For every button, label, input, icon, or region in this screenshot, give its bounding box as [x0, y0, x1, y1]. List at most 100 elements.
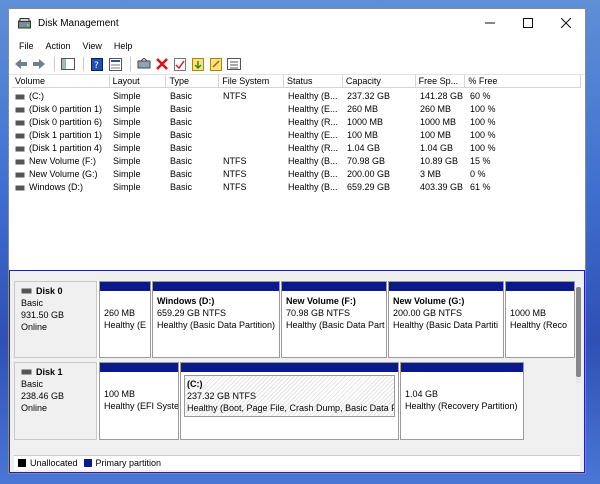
check-icon[interactable]	[172, 56, 188, 72]
disk-type: Basic	[21, 298, 44, 308]
file-system-cell: NTFS	[223, 182, 247, 192]
type-cell: Basic	[170, 156, 193, 166]
partition-status: Healthy (E	[104, 320, 147, 330]
file-system-cell	[220, 116, 285, 129]
column-header-free-space[interactable]: Free Sp...	[415, 75, 466, 88]
column-header-volume[interactable]: Volume	[12, 75, 110, 88]
volume-name: (Disk 0 partition 6)	[29, 117, 103, 127]
import-icon[interactable]	[190, 56, 206, 72]
table-row[interactable]: (C:) Simple Basic NTFS Healthy (B... 237…	[12, 90, 527, 103]
partition-new-volume-g[interactable]: New Volume (G:) 200.00 GB NTFS Healthy (…	[388, 281, 504, 358]
partition-name: (C:)	[187, 379, 203, 389]
file-system-cell	[220, 103, 285, 116]
partition-windows-d[interactable]: Windows (D:) 659.29 GB NTFS Healthy (Bas…	[152, 281, 280, 358]
menu-action[interactable]: Action	[40, 41, 77, 51]
type-cell: Basic	[170, 104, 193, 114]
partition-name: Windows (D:)	[157, 296, 215, 306]
partition-c-selected[interactable]: (C:) 237.32 GB NTFS Healthy (Boot, Page …	[180, 362, 399, 440]
disk-0-label[interactable]: Disk 0 Basic 931.50 GB Online	[14, 281, 97, 358]
title-bar[interactable]: Disk Management	[9, 9, 585, 37]
menu-help[interactable]: Help	[108, 41, 139, 51]
drive-icon	[15, 120, 25, 125]
status-cell: Healthy (B...	[288, 182, 338, 192]
table-row[interactable]: (Disk 0 partition 1) Simple Basic Health…	[12, 103, 527, 116]
type-cell: Basic	[170, 182, 193, 192]
table-row[interactable]: Windows (D:) Simple Basic NTFS Healthy (…	[12, 181, 527, 194]
status-cell: Healthy (R...	[288, 143, 339, 153]
toolbar: ?	[9, 54, 585, 75]
partition-status: Healthy (EFI Syste	[104, 401, 178, 411]
table-row[interactable]: (Disk 0 partition 6) Simple Basic Health…	[12, 116, 527, 129]
free-space-cell: 403.39 GB	[420, 182, 464, 192]
disk-size: 238.46 GB	[21, 391, 65, 401]
type-cell: Basic	[170, 143, 193, 153]
percent-free-cell: 100 %	[470, 104, 496, 114]
scrollbar-thumb[interactable]	[576, 287, 581, 377]
menu-bar: File Action View Help	[9, 37, 585, 54]
properties-icon[interactable]	[107, 56, 123, 72]
column-header-type[interactable]: Type	[166, 75, 220, 88]
console-tree-icon[interactable]	[60, 56, 76, 72]
menu-view[interactable]: View	[77, 41, 108, 51]
connect-icon[interactable]	[136, 56, 152, 72]
drive-icon	[15, 159, 25, 164]
help-icon[interactable]: ?	[89, 56, 105, 72]
column-header-status[interactable]: Status	[284, 75, 343, 88]
menu-file[interactable]: File	[13, 41, 40, 51]
disk-1-label[interactable]: Disk 1 Basic 238.46 GB Online	[14, 362, 97, 440]
list-icon[interactable]	[226, 56, 242, 72]
column-header-file-system[interactable]: File System	[219, 75, 285, 88]
partition-status: Healthy (Boot, Page File, Crash Dump, Ba…	[187, 403, 395, 413]
vertical-scrollbar[interactable]	[576, 287, 581, 383]
layout-cell: Simple	[113, 169, 141, 179]
partition-status: Healthy (Reco	[510, 320, 568, 330]
type-cell: Basic	[170, 117, 193, 127]
column-header-percent-free[interactable]: % Free	[465, 75, 581, 88]
capacity-cell: 260 MB	[347, 104, 379, 114]
status-cell: Healthy (R...	[288, 117, 339, 127]
legend-swatch-unallocated	[18, 459, 26, 467]
layout-cell: Simple	[113, 182, 141, 192]
minimize-button[interactable]	[471, 9, 509, 37]
column-header-layout[interactable]: Layout	[109, 75, 167, 88]
delete-icon[interactable]	[154, 56, 170, 72]
status-cell: Healthy (E...	[288, 130, 338, 140]
type-cell: Basic	[170, 169, 193, 179]
capacity-cell: 1000 MB	[347, 117, 384, 127]
disk-name: Disk 1	[36, 367, 63, 377]
disk-management-app-icon	[17, 17, 31, 29]
maximize-button[interactable]	[509, 9, 547, 37]
status-cell: Healthy (B...	[288, 169, 338, 179]
partition-disk1-efi[interactable]: 100 MB Healthy (EFI Syste	[99, 362, 179, 440]
partition-disk1-recovery[interactable]: 1.04 GB Healthy (Recovery Partition)	[400, 362, 524, 440]
legend-swatch-primary	[83, 459, 92, 467]
file-system-cell: NTFS	[223, 156, 247, 166]
forward-arrow-icon[interactable]	[31, 56, 47, 72]
partition-disk0-efi[interactable]: 260 MB Healthy (E	[99, 281, 151, 358]
table-row[interactable]: (Disk 1 partition 4) Simple Basic Health…	[12, 142, 527, 155]
back-arrow-icon[interactable]	[13, 56, 29, 72]
status-cell: Healthy (E...	[288, 104, 338, 114]
partition-size: 1.04 GB	[405, 389, 439, 399]
status-cell: Healthy (B...	[288, 91, 338, 101]
percent-free-cell: 100 %	[470, 117, 496, 127]
disk-name: Disk 0	[36, 286, 63, 296]
close-button[interactable]	[547, 9, 585, 37]
partition-size: 1000 MB	[510, 308, 547, 318]
partition-new-volume-f[interactable]: New Volume (F:) 70.98 GB NTFS Healthy (B…	[281, 281, 387, 358]
table-row[interactable]: New Volume (G:) Simple Basic NTFS Health…	[12, 168, 527, 181]
partition-size: 100 MB	[104, 389, 136, 399]
layout-cell: Simple	[113, 104, 141, 114]
free-space-cell: 1.04 GB	[420, 143, 454, 153]
export-icon[interactable]	[208, 56, 224, 72]
toolbar-separator	[130, 57, 131, 71]
partition-status: Healthy (Recovery Partition)	[405, 401, 518, 411]
table-row[interactable]: New Volume (F:) Simple Basic NTFS Health…	[12, 155, 527, 168]
column-header-capacity[interactable]: Capacity	[342, 75, 416, 88]
capacity-cell: 659.29 GB	[347, 182, 391, 192]
table-row[interactable]: (Disk 1 partition 1) Simple Basic Health…	[12, 129, 527, 142]
disk-icon	[21, 369, 32, 375]
free-space-cell: 100 MB	[420, 130, 452, 140]
free-space-cell: 10.89 GB	[420, 156, 459, 166]
partition-disk0-recovery[interactable]: 1000 MB Healthy (Reco	[505, 281, 575, 358]
